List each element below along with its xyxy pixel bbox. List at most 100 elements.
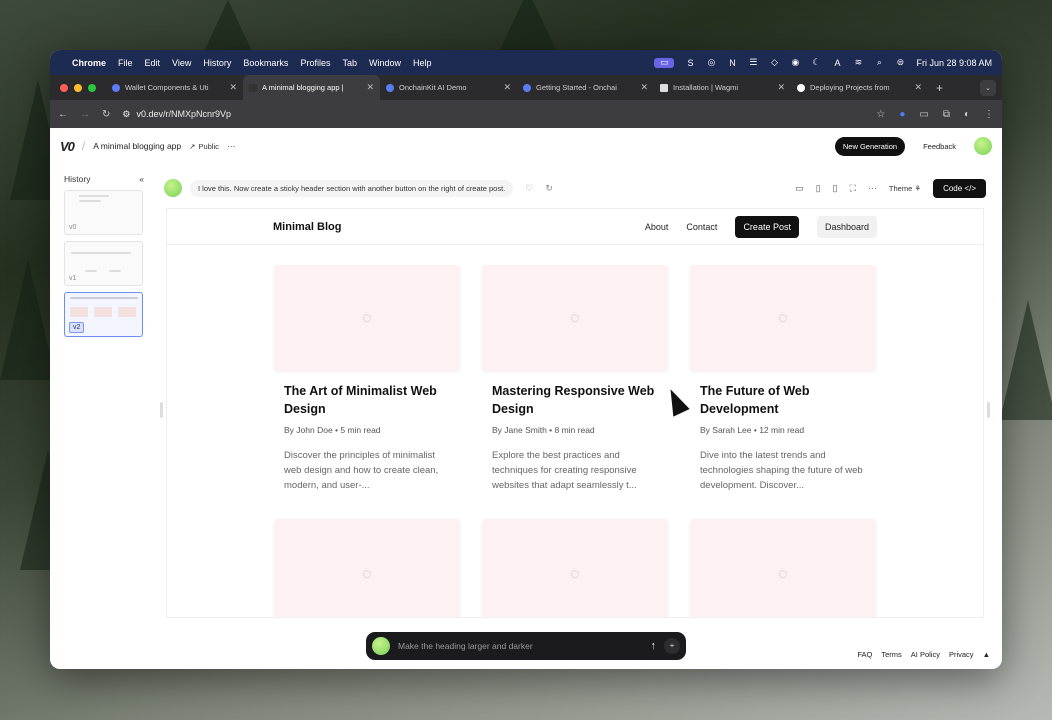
- post-image-placeholder[interactable]: [274, 519, 460, 617]
- left-resize-handle[interactable]: [160, 402, 163, 418]
- puzzle-icon[interactable]: ⧉: [943, 109, 950, 120]
- blog-title[interactable]: Minimal Blog: [273, 221, 341, 233]
- code-button[interactable]: Code </>: [933, 178, 986, 198]
- nav-contact[interactable]: Contact: [686, 222, 717, 232]
- right-resize-handle[interactable]: [987, 402, 990, 418]
- menubar-clock[interactable]: Fri Jun 28 9:08 AM: [916, 58, 992, 68]
- site-settings-icon[interactable]: ⚙: [122, 109, 130, 120]
- fullscreen-icon[interactable]: ⛶: [850, 183, 856, 194]
- history-version-thumb[interactable]: v0: [64, 190, 143, 235]
- chat-input[interactable]: Make the heading larger and darker: [398, 641, 643, 651]
- control-center-icon[interactable]: ⊜: [895, 57, 905, 68]
- bookmark-star-icon[interactable]: ☆: [876, 109, 885, 120]
- menu-edit[interactable]: Edit: [145, 58, 161, 68]
- element-picker-icon[interactable]: ⌖: [664, 638, 680, 654]
- desktop-view-icon[interactable]: ▭: [795, 183, 804, 194]
- reload-icon[interactable]: ↻: [102, 109, 110, 120]
- app-s-icon[interactable]: S: [685, 58, 695, 68]
- create-post-button[interactable]: Create Post: [735, 215, 799, 238]
- tab-search-chevron-icon[interactable]: ⌄: [980, 79, 996, 96]
- footer-privacy[interactable]: Privacy: [949, 650, 974, 659]
- menu-tab[interactable]: Tab: [342, 58, 357, 68]
- kebab-menu-icon[interactable]: ⋮: [984, 109, 994, 120]
- regenerate-icon[interactable]: ↻: [545, 183, 553, 194]
- browser-tab[interactable]: Installation | Wagmi ✕: [654, 75, 791, 100]
- new-tab-icon[interactable]: +: [928, 81, 951, 95]
- dashboard-button[interactable]: Dashboard: [816, 215, 877, 238]
- footer-faq[interactable]: FAQ: [857, 650, 872, 659]
- prompt-row: I love this. Now create a sticky header …: [164, 176, 986, 200]
- post-image-placeholder: [274, 265, 460, 371]
- post-image-placeholder[interactable]: [482, 519, 668, 617]
- globe-icon[interactable]: ◎: [706, 57, 716, 68]
- menu-window[interactable]: Window: [369, 58, 401, 68]
- prompt-message: I love this. Now create a sticky header …: [190, 179, 514, 197]
- more-icon[interactable]: ···: [868, 183, 877, 193]
- menu-profiles[interactable]: Profiles: [300, 58, 330, 68]
- menubar-app-name[interactable]: Chrome: [72, 58, 106, 68]
- tablet-view-icon[interactable]: ▯: [816, 183, 821, 194]
- close-tab-icon[interactable]: ✕: [366, 82, 374, 93]
- moon-icon[interactable]: ☾: [811, 57, 821, 68]
- vercel-logo-icon[interactable]: ▲: [983, 650, 990, 659]
- address-field[interactable]: ⚙ v0.dev/r/NMXpNcnr9Vp: [122, 109, 231, 120]
- more-options-button[interactable]: ···: [227, 141, 236, 151]
- menu-file[interactable]: File: [118, 58, 133, 68]
- project-name[interactable]: A minimal blogging app: [93, 141, 181, 151]
- close-tab-icon[interactable]: ✕: [229, 82, 237, 93]
- close-tab-icon[interactable]: ✕: [503, 82, 511, 93]
- screen-record-icon[interactable]: ▭: [654, 57, 675, 68]
- user-avatar[interactable]: [974, 137, 992, 155]
- close-tab-icon[interactable]: ✕: [914, 82, 922, 93]
- theme-button[interactable]: Theme ⚘: [889, 184, 921, 193]
- post-image-placeholder[interactable]: [690, 519, 876, 617]
- user-avatar: [372, 637, 390, 655]
- close-tab-icon[interactable]: ✕: [640, 82, 648, 93]
- post-card[interactable]: The Art of Minimalist Web Design By John…: [274, 265, 460, 518]
- thumbs-down-icon[interactable]: ♡: [525, 183, 533, 194]
- layers-icon[interactable]: ◇: [769, 57, 779, 68]
- close-window-button[interactable]: [60, 83, 68, 92]
- wifi-icon[interactable]: ≋: [853, 57, 863, 68]
- feedback-button[interactable]: Feedback: [915, 137, 964, 156]
- forward-arrow-icon[interactable]: →: [80, 109, 90, 120]
- zoom-window-button[interactable]: [88, 83, 96, 92]
- post-card[interactable]: Mastering Responsive Web Design By Jane …: [482, 265, 668, 518]
- menu-view[interactable]: View: [172, 58, 191, 68]
- new-generation-button[interactable]: New Generation: [834, 136, 906, 156]
- collapse-sidebar-icon[interactable]: «: [139, 174, 144, 184]
- footer-terms[interactable]: Terms: [881, 650, 901, 659]
- post-title[interactable]: The Future of Web Development: [700, 382, 866, 418]
- nav-about[interactable]: About: [645, 222, 669, 232]
- extension-coinbase-icon[interactable]: ●: [899, 109, 905, 120]
- browser-tab[interactable]: Deploying Projects from ✕: [791, 75, 928, 100]
- browser-window: Chrome File Edit View History Bookmarks …: [50, 50, 1002, 669]
- browser-tab[interactable]: Wallet Components & Uti ✕: [106, 75, 243, 100]
- post-title[interactable]: Mastering Responsive Web Design: [492, 382, 658, 418]
- back-arrow-icon[interactable]: ←: [58, 109, 68, 120]
- history-version-thumb[interactable]: v1: [64, 241, 143, 286]
- search-icon[interactable]: ⌕: [874, 57, 884, 68]
- menu-help[interactable]: Help: [413, 58, 432, 68]
- footer-ai-policy[interactable]: AI Policy: [911, 650, 940, 659]
- menu-bookmarks[interactable]: Bookmarks: [243, 58, 288, 68]
- history-version-thumb-active[interactable]: v2: [64, 292, 143, 337]
- profile-icon[interactable]: ◐: [964, 109, 970, 120]
- notion-icon[interactable]: N: [727, 58, 737, 68]
- play-icon[interactable]: ◉: [790, 57, 800, 68]
- v0-logo[interactable]: V0: [60, 139, 75, 154]
- browser-tab-active[interactable]: A minimal blogging app | ✕: [243, 75, 380, 100]
- post-title[interactable]: The Art of Minimalist Web Design: [284, 382, 450, 418]
- browser-tab[interactable]: OnchainKit AI Demo ✕: [380, 75, 517, 100]
- stack-icon[interactable]: ☰: [748, 57, 758, 68]
- close-tab-icon[interactable]: ✕: [777, 82, 785, 93]
- extension-icon[interactable]: ▭: [919, 109, 928, 120]
- input-source-icon[interactable]: A: [832, 58, 842, 68]
- browser-tab[interactable]: Getting Started - Onchai ✕: [517, 75, 654, 100]
- minimize-window-button[interactable]: [74, 83, 82, 92]
- mobile-view-icon[interactable]: ▯: [833, 183, 838, 194]
- send-arrow-icon[interactable]: ↑: [651, 640, 657, 652]
- menu-history[interactable]: History: [203, 58, 231, 68]
- post-card[interactable]: The Future of Web Development By Sarah L…: [690, 265, 876, 518]
- visibility-badge[interactable]: ↗ Public: [189, 142, 219, 151]
